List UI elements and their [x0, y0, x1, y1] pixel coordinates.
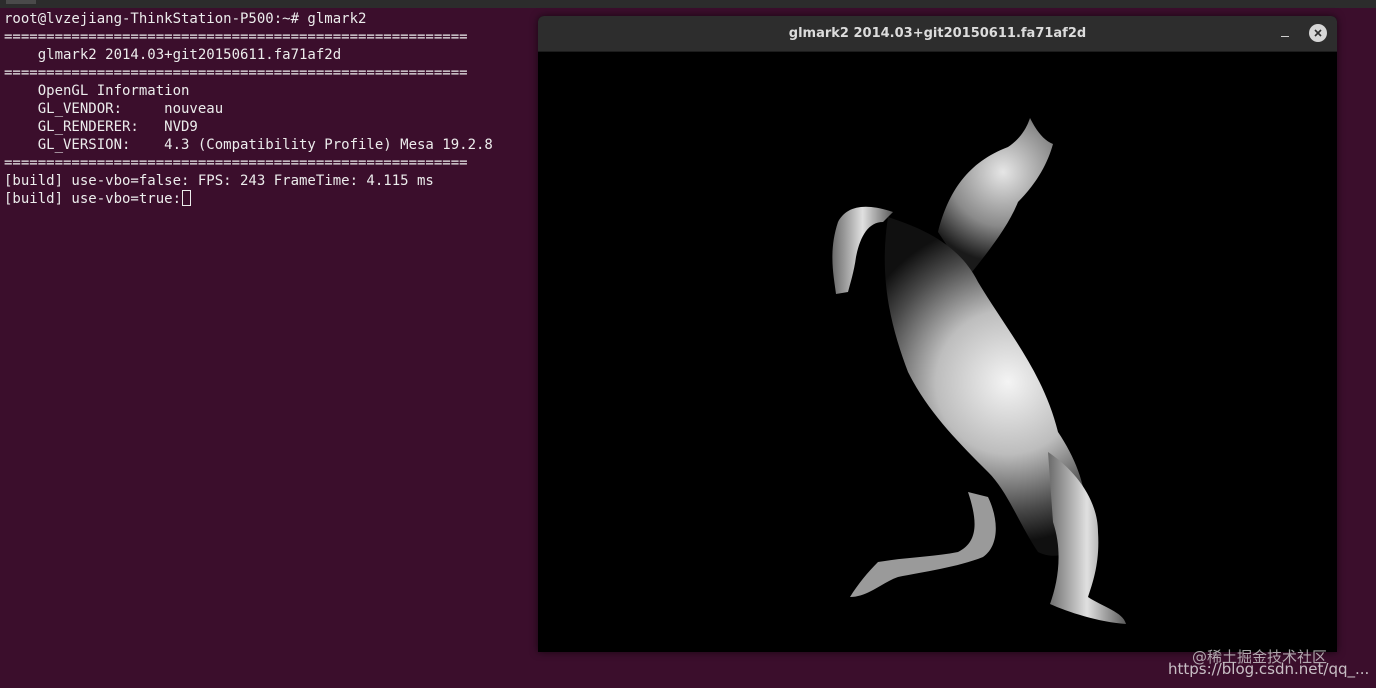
- text-cursor: [182, 190, 192, 206]
- minimize-icon: [1281, 36, 1289, 37]
- minimize-button[interactable]: [1276, 25, 1294, 43]
- window-title: glmark2 2014.03+git20150611.fa71af2d: [788, 26, 1087, 41]
- terminal-line-gl-version: GL_VERSION: 4.3 (Compatibility Profile) …: [4, 137, 493, 153]
- terminal-line-version: glmark2 2014.03+git20150611.fa71af2d: [4, 47, 342, 63]
- terminal-line-build-result: [build] use-vbo=false: FPS: 243 FrameTim…: [4, 173, 434, 189]
- terminal-line-current: [build] use-vbo=true:: [4, 190, 192, 208]
- close-icon: [1314, 29, 1322, 37]
- terminal-current-text: [build] use-vbo=true:: [4, 191, 182, 207]
- terminal-line-separator: ========================================…: [4, 155, 468, 171]
- close-button[interactable]: [1309, 24, 1327, 42]
- horse-front-leg-raised: [832, 206, 893, 294]
- terminal-line-gl-renderer: GL_RENDERER: NVD9: [4, 119, 198, 135]
- horse-model-render: [832, 118, 1126, 624]
- top-panel-tab: [6, 0, 36, 4]
- csdn-watermark: https://blog.csdn.net/qq_...: [1168, 660, 1370, 678]
- horse-rear-leg-back: [850, 492, 996, 597]
- terminal-line-opengl-info: OpenGL Information: [4, 83, 190, 99]
- horse-rear-leg: [1048, 452, 1126, 624]
- window-titlebar[interactable]: glmark2 2014.03+git20150611.fa71af2d: [538, 16, 1337, 52]
- top-panel-strip: [0, 0, 1376, 8]
- terminal-line-prompt: root@lvzejiang-ThinkStation-P500:~# glma…: [4, 11, 367, 27]
- terminal-window[interactable]: root@lvzejiang-ThinkStation-P500:~# glma…: [0, 8, 536, 688]
- glmark2-window[interactable]: glmark2 2014.03+git20150611.fa71af2d: [538, 16, 1337, 652]
- terminal-line-gl-vendor: GL_VENDOR: nouveau: [4, 101, 224, 117]
- render-canvas: [538, 52, 1337, 652]
- terminal-line-separator: ========================================…: [4, 29, 468, 45]
- terminal-line-separator: ========================================…: [4, 65, 468, 81]
